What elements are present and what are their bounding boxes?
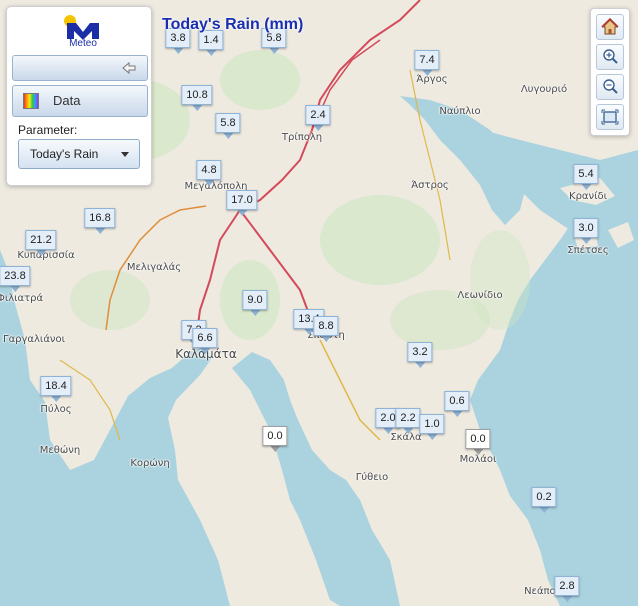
- station-value: 0.0: [262, 426, 288, 446]
- place-label: Ναύπλιο: [439, 106, 481, 117]
- zoom-in-icon: [603, 49, 618, 64]
- place-label: Κρανίδι: [569, 191, 607, 202]
- station-marker[interactable]: 0.0: [465, 429, 491, 455]
- place-label: Σπέτσες: [567, 245, 609, 256]
- station-marker[interactable]: 3.0: [573, 218, 599, 244]
- station-value: 9.0: [242, 290, 268, 310]
- station-marker[interactable]: 5.4: [573, 164, 599, 190]
- station-marker[interactable]: 4.8: [196, 160, 222, 186]
- collapse-panel-button[interactable]: [12, 55, 148, 81]
- place-label: Πύλος: [40, 404, 72, 415]
- station-value: 0.2: [531, 487, 557, 507]
- place-label: Μελιγαλάς: [126, 262, 182, 273]
- place-label: Λεωνίδιο: [457, 290, 503, 301]
- place-label: Φιλιατρά: [0, 293, 44, 304]
- station-marker[interactable]: 9.0: [242, 290, 268, 316]
- station-value: 23.8: [0, 266, 31, 286]
- place-label: Γύθειο: [355, 472, 389, 483]
- station-value: 3.2: [407, 342, 433, 362]
- station-value: 2.8: [554, 576, 580, 596]
- station-marker[interactable]: 1.0: [419, 414, 445, 440]
- station-marker[interactable]: 5.8: [215, 113, 241, 139]
- map-title: Today's Rain (mm): [162, 16, 304, 33]
- parameter-select[interactable]: Today's Rain: [18, 139, 140, 169]
- place-label: Γαργαλιάνοι: [2, 334, 66, 345]
- parameter-select-value: Today's Rain: [30, 147, 99, 161]
- station-marker[interactable]: 6.6: [192, 328, 218, 354]
- control-panel: Meteo Data Parameter: Today's Rain: [6, 6, 152, 186]
- station-marker[interactable]: 21.2: [25, 230, 57, 256]
- station-value: 0.6: [444, 391, 470, 411]
- station-marker[interactable]: 0.2: [531, 487, 557, 513]
- zoom-in-button[interactable]: [596, 44, 624, 70]
- station-value: 1.0: [419, 414, 445, 434]
- station-marker[interactable]: 18.4: [40, 376, 72, 402]
- home-button[interactable]: [596, 14, 624, 40]
- station-marker[interactable]: 3.2: [407, 342, 433, 368]
- station-marker[interactable]: 23.8: [0, 266, 31, 292]
- station-value: 4.8: [196, 160, 222, 180]
- full-extent-button[interactable]: [596, 104, 624, 130]
- station-value: 18.4: [40, 376, 72, 396]
- station-marker[interactable]: 8.8: [313, 316, 339, 342]
- station-value: 21.2: [25, 230, 57, 250]
- place-label: Λυγουριό: [520, 84, 568, 95]
- place-label: Μολάοι: [459, 454, 497, 465]
- place-label: Κορώνη: [130, 458, 170, 469]
- station-marker[interactable]: 2.2: [395, 408, 421, 434]
- station-value: 6.6: [192, 328, 218, 348]
- place-label: Άστρος: [411, 180, 449, 191]
- station-marker[interactable]: 2.4: [305, 105, 331, 131]
- station-marker[interactable]: 17.0: [226, 190, 258, 216]
- station-marker[interactable]: 10.8: [181, 85, 213, 111]
- parameter-label: Parameter:: [18, 123, 78, 137]
- map-toolbar: [590, 8, 630, 136]
- data-button-label: Data: [53, 93, 81, 108]
- station-value: 2.4: [305, 105, 331, 125]
- station-value: 5.8: [215, 113, 241, 133]
- logo-text: Meteo: [69, 38, 97, 49]
- data-button[interactable]: Data: [12, 85, 148, 117]
- station-marker[interactable]: 16.8: [84, 208, 116, 234]
- map-view[interactable]: Άργος Λυγουριό Ναύπλιο Τρίπολη Άστρος Με…: [0, 0, 638, 606]
- station-marker[interactable]: 0.0: [262, 426, 288, 452]
- place-label: Τρίπολη: [281, 132, 323, 143]
- station-value: 0.0: [465, 429, 491, 449]
- place-label: Μεθώνη: [39, 445, 81, 456]
- station-value: 5.4: [573, 164, 599, 184]
- station-value: 10.8: [181, 85, 213, 105]
- zoom-out-icon: [603, 79, 618, 94]
- full-extent-icon: [601, 109, 619, 125]
- station-marker[interactable]: 2.8: [554, 576, 580, 602]
- collapse-arrow-icon: [122, 61, 136, 75]
- station-marker[interactable]: 7.4: [414, 50, 440, 76]
- station-marker[interactable]: 0.6: [444, 391, 470, 417]
- station-value: 2.2: [395, 408, 421, 428]
- chevron-down-icon: [121, 152, 129, 157]
- zoom-out-button[interactable]: [596, 74, 624, 100]
- palette-icon: [23, 93, 39, 109]
- station-value: 17.0: [226, 190, 258, 210]
- station-value: 7.4: [414, 50, 440, 70]
- station-value: 16.8: [84, 208, 116, 228]
- station-value: 8.8: [313, 316, 339, 336]
- station-value: 3.0: [573, 218, 599, 238]
- home-icon: [601, 18, 619, 35]
